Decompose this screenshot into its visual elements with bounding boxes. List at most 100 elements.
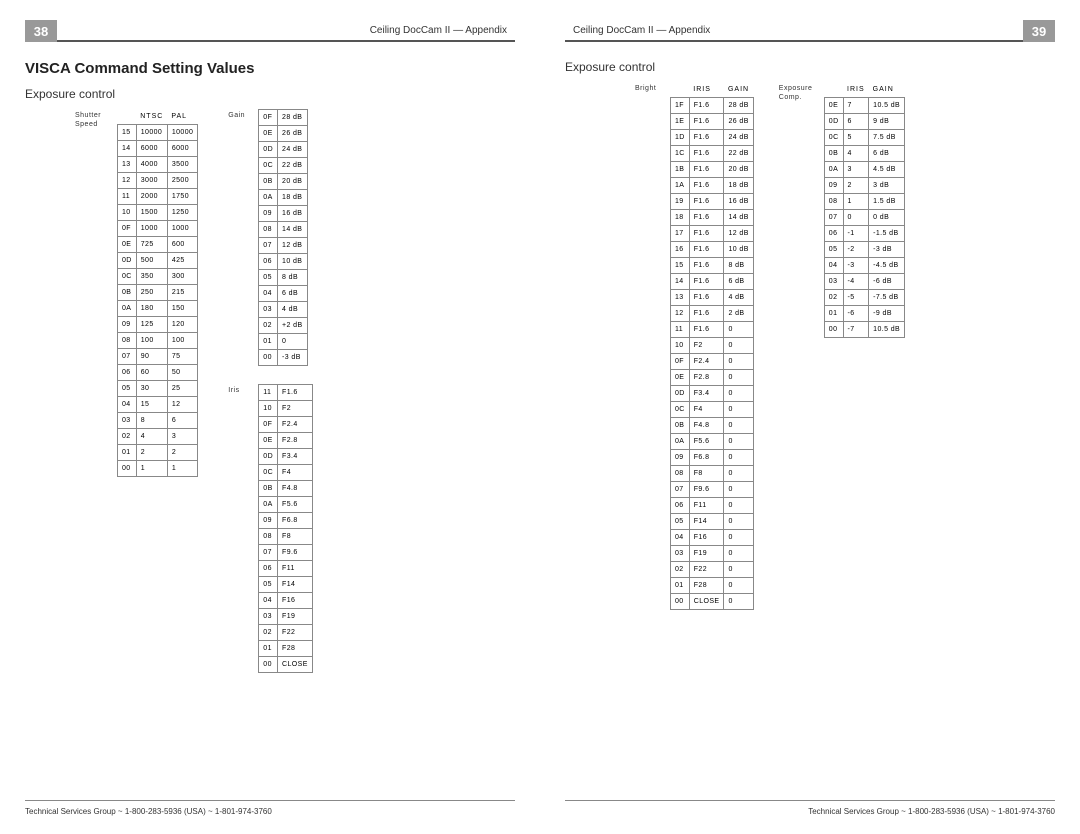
- table-cell: 10: [118, 205, 137, 221]
- table-row: 13F1.64 dB: [671, 290, 754, 306]
- table-row: 19F1.616 dB: [671, 194, 754, 210]
- table-cell: 0F: [259, 110, 278, 126]
- table-cell: 4000: [136, 157, 167, 173]
- table-cell: F19: [278, 609, 313, 625]
- table-cell: CLOSE: [278, 657, 313, 673]
- table-cell: 00: [824, 322, 843, 338]
- right-tables-row: Bright IRISGAIN1FF1.628 dB1EF1.626 dB1DF…: [635, 82, 1055, 610]
- table-cell: 0: [724, 434, 753, 450]
- table-cell: 01: [671, 578, 690, 594]
- table-cell: 14: [671, 274, 690, 290]
- table-row: 066050: [118, 365, 198, 381]
- table-header: GAIN: [724, 82, 753, 98]
- table-cell: F28: [278, 641, 313, 657]
- table-row: 0EF2.80: [671, 370, 754, 386]
- table-cell: 0: [724, 498, 753, 514]
- table-cell: -6: [843, 306, 869, 322]
- table-header: IRIS: [843, 82, 869, 98]
- table-cell: 04: [259, 593, 278, 609]
- table-row: 079075: [118, 349, 198, 365]
- table-row: 03F190: [671, 546, 754, 562]
- table-cell: 0: [724, 546, 753, 562]
- table-cell: -3 dB: [278, 350, 308, 366]
- table-row: 0A180150: [118, 301, 198, 317]
- table-cell: 90: [136, 349, 167, 365]
- table-cell: 10 dB: [278, 254, 308, 270]
- bright-table-wrap: Bright IRISGAIN1FF1.628 dB1EF1.626 dB1DF…: [635, 82, 754, 610]
- table-row: 04F16: [259, 593, 312, 609]
- table-cell: 6 dB: [724, 274, 753, 290]
- table-cell: 20 dB: [724, 162, 753, 178]
- table-cell: 05: [671, 514, 690, 530]
- table-cell: 26 dB: [278, 126, 308, 142]
- table-cell: 1750: [167, 189, 197, 205]
- table-cell: 0: [724, 338, 753, 354]
- table-cell: 00: [671, 594, 690, 610]
- gain-table: 0F28 dB0E26 dB0D24 dB0C22 dB0B20 dB0A18 …: [258, 109, 307, 366]
- table-cell: 2: [136, 445, 167, 461]
- table-cell: 01: [824, 306, 843, 322]
- table-cell: 10: [259, 401, 278, 417]
- table-row: 0DF3.4: [259, 449, 312, 465]
- table-cell: 19: [671, 194, 690, 210]
- table-row: 0E26 dB: [259, 126, 307, 142]
- table-cell: F9.6: [689, 482, 724, 498]
- table-header: [671, 82, 690, 98]
- iris-label: Iris: [228, 384, 258, 395]
- table-cell: 0F: [671, 354, 690, 370]
- table-row: 10F20: [671, 338, 754, 354]
- table-row: 010: [259, 334, 307, 350]
- table-cell: -3: [843, 258, 869, 274]
- table-row: 0A18 dB: [259, 190, 307, 206]
- table-cell: 0E: [118, 237, 137, 253]
- table-cell: -4: [843, 274, 869, 290]
- table-row: 08100100: [118, 333, 198, 349]
- table-cell: 28 dB: [278, 110, 308, 126]
- table-cell: 08: [259, 529, 278, 545]
- table-cell: F4.8: [278, 481, 313, 497]
- table-cell: 10: [671, 338, 690, 354]
- table-cell: 14 dB: [724, 210, 753, 226]
- table-cell: 1C: [671, 146, 690, 162]
- table-row: 06-1-1.5 dB: [824, 226, 904, 242]
- shutter-table: NTSCPAL151000010000146000600013400035001…: [117, 109, 198, 477]
- table-row: 1EF1.626 dB: [671, 114, 754, 130]
- table-cell: 0A: [671, 434, 690, 450]
- table-cell: 1A: [671, 178, 690, 194]
- table-row: 0C22 dB: [259, 158, 307, 174]
- table-cell: 11: [118, 189, 137, 205]
- table-cell: 0: [724, 530, 753, 546]
- main-heading: VISCA Command Setting Values: [25, 60, 515, 77]
- table-cell: F1.6: [689, 290, 724, 306]
- gain-iris-stack: Gain 0F28 dB0E26 dB0D24 dB0C22 dB0B20 dB…: [228, 109, 312, 673]
- table-cell: 0: [724, 386, 753, 402]
- table-cell: 05: [259, 270, 278, 286]
- table-row: 00CLOSE0: [671, 594, 754, 610]
- table-cell: 0: [724, 370, 753, 386]
- shutter-table-wrap: Shutter Speed NTSCPAL1510000100001460006…: [75, 109, 198, 477]
- table-cell: 100: [167, 333, 197, 349]
- table-cell: 1: [167, 461, 197, 477]
- table-cell: 0 dB: [869, 210, 905, 226]
- table-cell: 04: [671, 530, 690, 546]
- table-cell: F2.8: [278, 433, 313, 449]
- table-row: 053025: [118, 381, 198, 397]
- table-cell: 12 dB: [278, 238, 308, 254]
- table-cell: 350: [136, 269, 167, 285]
- table-cell: 02: [259, 318, 278, 334]
- table-row: 0F10001000: [118, 221, 198, 237]
- table-cell: -9 dB: [869, 306, 905, 322]
- table-cell: F1.6: [689, 178, 724, 194]
- table-cell: F3.4: [278, 449, 313, 465]
- gain-table-wrap: Gain 0F28 dB0E26 dB0D24 dB0C22 dB0B20 dB…: [228, 109, 312, 366]
- table-cell: 425: [167, 253, 197, 269]
- table-cell: +2 dB: [278, 318, 308, 334]
- table-cell: -1.5 dB: [869, 226, 905, 242]
- table-cell: F2: [689, 338, 724, 354]
- table-row: 05F14: [259, 577, 312, 593]
- table-cell: F16: [689, 530, 724, 546]
- table-row: 0FF2.4: [259, 417, 312, 433]
- table-cell: 6000: [136, 141, 167, 157]
- table-cell: 08: [118, 333, 137, 349]
- table-cell: F1.6: [689, 322, 724, 338]
